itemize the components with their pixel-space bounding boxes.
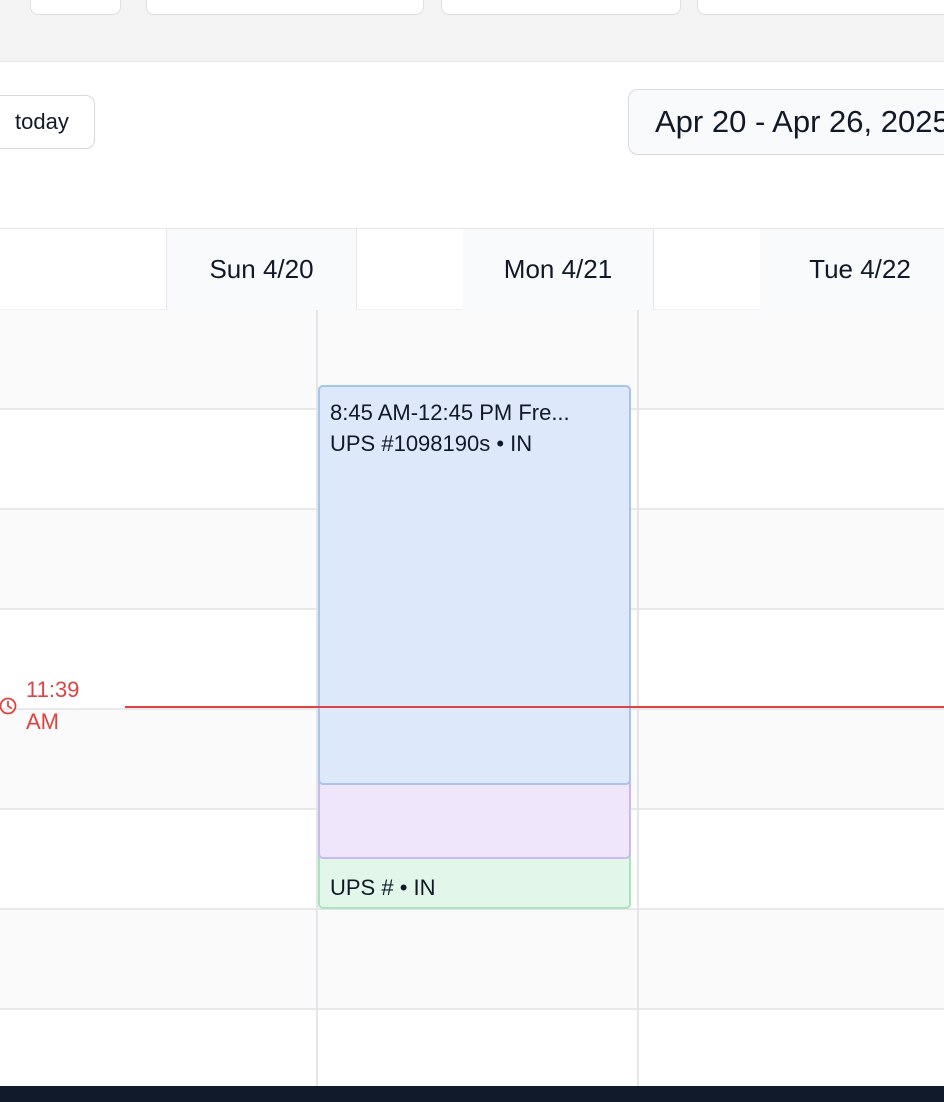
filter-dropdown[interactable] [30, 0, 121, 15]
bottom-bar [0, 1086, 944, 1102]
clock-icon [0, 697, 17, 715]
date-range-picker[interactable]: Apr 20 - Apr 26, 2025 [628, 89, 944, 155]
day-header-label: Mon 4/21 [503, 254, 613, 284]
event-detail: UPS #1098190s • IN [330, 431, 533, 456]
day-header-tue[interactable]: Tue 4/22 [760, 229, 944, 310]
current-time-label: 11:39 AM [26, 677, 80, 734]
day-header-label: Tue 4/22 [809, 254, 911, 284]
day-header-sun[interactable]: Sun 4/20 [166, 229, 357, 310]
hour-row[interactable] [0, 910, 944, 1010]
day-column-divider [637, 310, 639, 1086]
calendar-time-grid[interactable]: UPS # • IN 8:45 AM-12:45 PM Fre... UPS #… [0, 310, 944, 1086]
filter-dropdown[interactable] [146, 0, 424, 15]
filter-dropdown[interactable] [697, 0, 944, 15]
filter-bar [0, 0, 944, 62]
day-header-row: Sun 4/20 Mon 4/21 Tue 4/22 [0, 228, 944, 310]
day-header-mon[interactable]: Mon 4/21 [463, 229, 654, 310]
current-time-line [125, 706, 944, 708]
filter-dropdown[interactable] [441, 0, 681, 15]
day-header-label: Sun 4/20 [209, 254, 314, 284]
event-detail: UPS # • IN [330, 875, 436, 900]
event-time-title: 8:45 AM-12:45 PM Fre... [330, 400, 570, 425]
hour-row[interactable] [0, 1010, 944, 1086]
calendar-event-blue[interactable]: 8:45 AM-12:45 PM Fre... UPS #1098190s • … [318, 385, 631, 785]
today-button[interactable]: today [0, 95, 95, 149]
